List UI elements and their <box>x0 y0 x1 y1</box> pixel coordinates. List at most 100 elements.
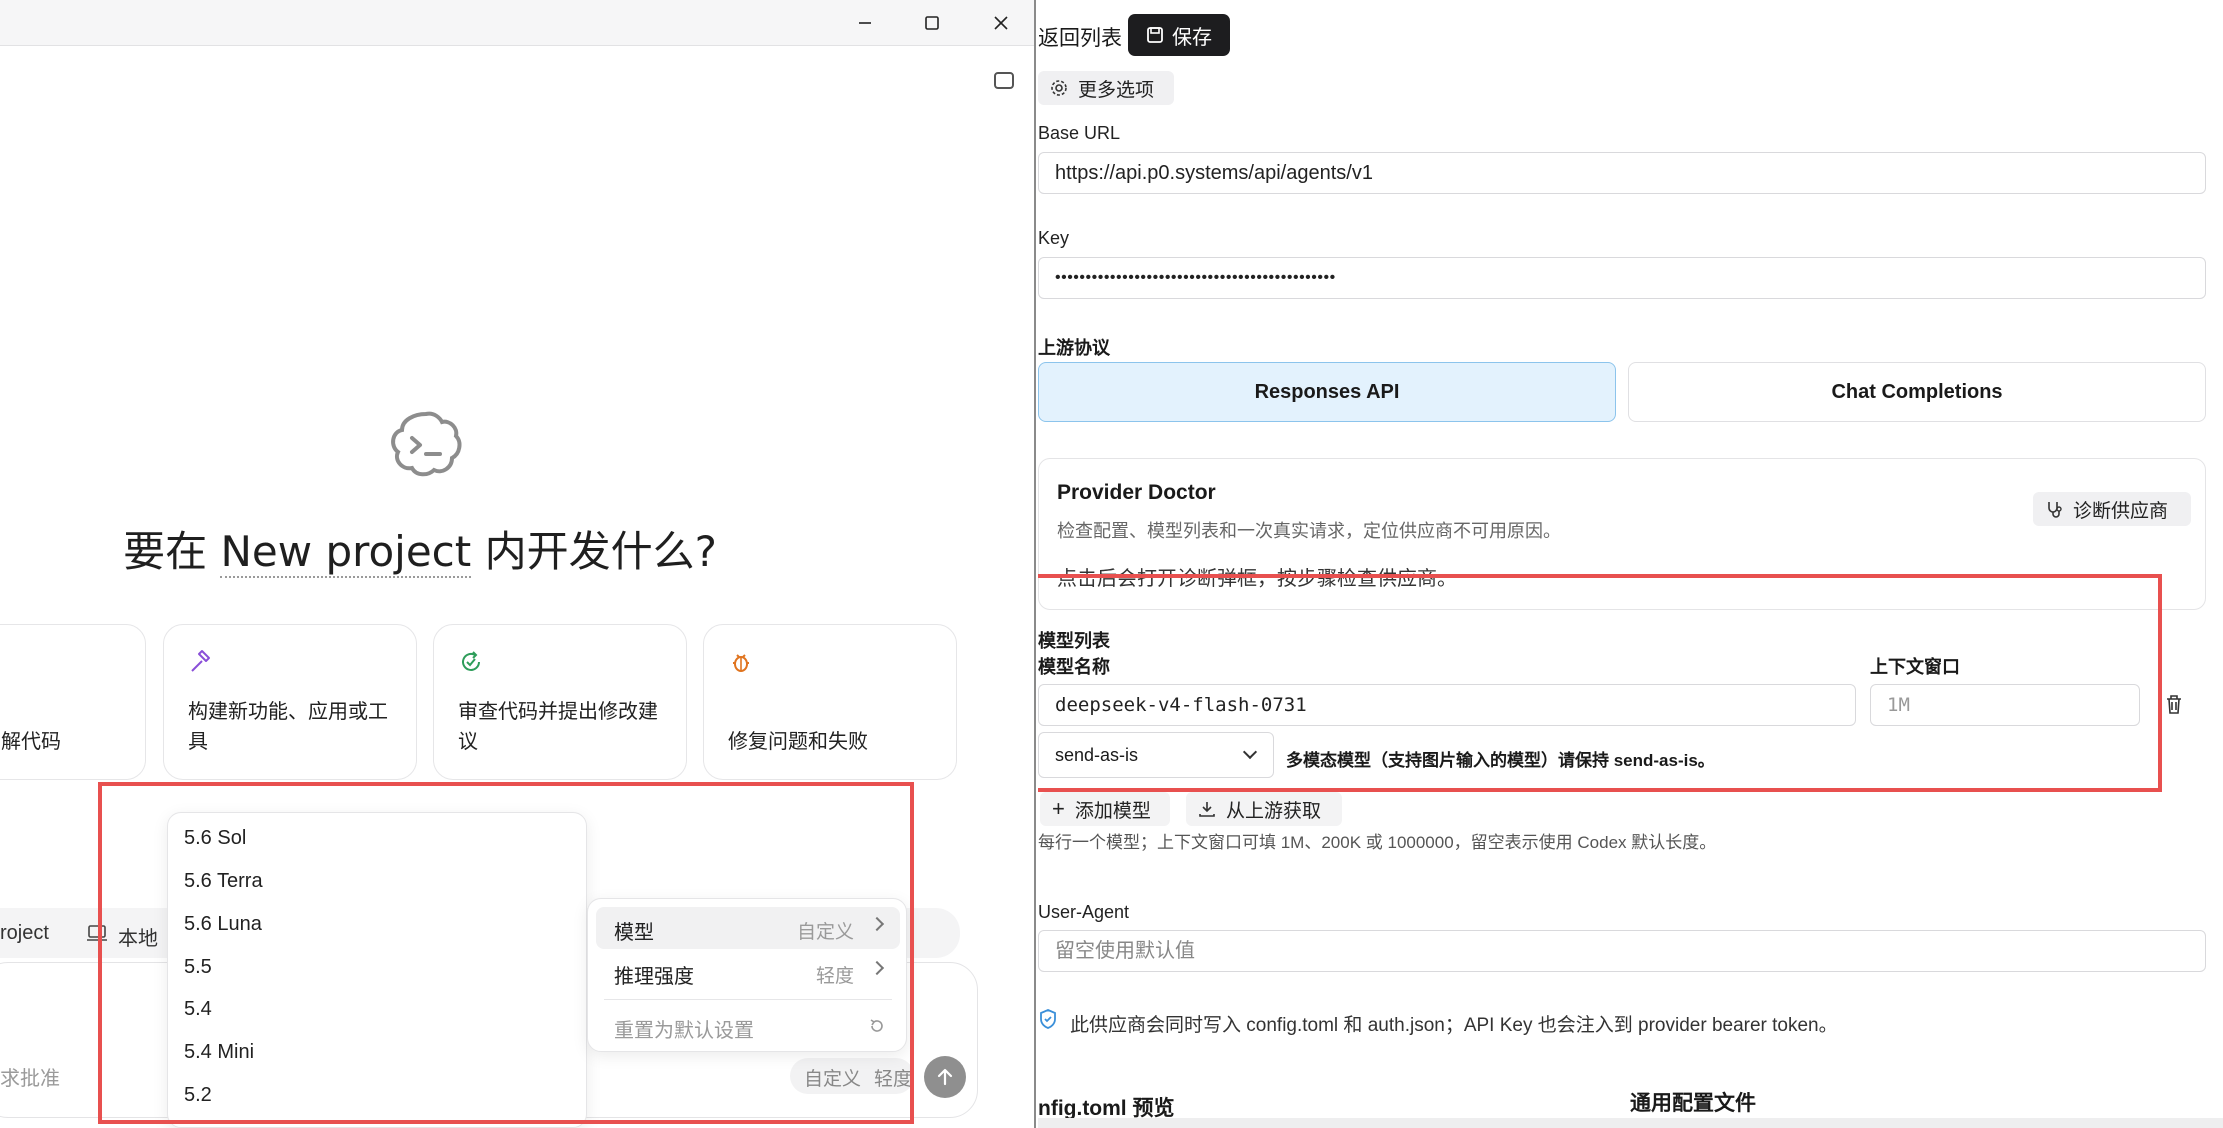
reset-icon <box>870 1019 883 1032</box>
project-name-link[interactable]: New project <box>220 527 472 578</box>
project-selector[interactable]: roject <box>0 922 49 945</box>
hammer-icon <box>191 650 210 672</box>
bug-icon <box>733 654 749 672</box>
protocol-responses-option[interactable]: Responses API <box>1038 362 1616 422</box>
codex-logo-icon <box>391 411 462 477</box>
local-env-selector[interactable]: 本地 <box>118 922 158 951</box>
plus-icon: + <box>1052 796 1065 821</box>
suggestion-card-fix[interactable]: 修复问题和失败 <box>703 624 957 780</box>
menu-item-reset[interactable]: 重置为默认设置 <box>596 1005 900 1047</box>
context-window-header: 上下文窗口 <box>1870 657 1960 677</box>
model-settings-menu: 模型 自定义 推理强度 轻度 重置为默认设置 <box>587 898 907 1052</box>
stethoscope-icon <box>2048 502 2062 518</box>
minimize-icon <box>859 22 871 24</box>
model-option[interactable]: 5.4 Mini <box>184 1041 254 1064</box>
model-name-header: 模型名称 <box>1038 657 1110 677</box>
laptop-icon <box>87 925 107 941</box>
user-agent-input[interactable]: 留空使用默认值 <box>1038 930 2206 972</box>
config-notice: 此供应商会同时写入 config.toml 和 auth.json；API Ke… <box>1070 1015 1838 1036</box>
user-agent-label: User-Agent <box>1038 902 1130 922</box>
suggestion-card-build[interactable]: 构建新功能、应用或工具 <box>163 624 417 780</box>
diagnose-provider-button[interactable]: 诊断供应商 <box>2033 492 2191 526</box>
back-to-list-link[interactable]: 返回列表 <box>1038 22 1122 52</box>
suggestion-card-review[interactable]: 审查代码并提出修改建议 <box>433 624 687 780</box>
model-option[interactable]: 5.6 Sol <box>184 827 246 850</box>
common-config-label: 通用配置文件 <box>1630 1092 1756 1115</box>
model-option[interactable]: 5.2 <box>184 1084 212 1107</box>
codex-window: 要在 New project 内开发什么? 解代码 构建新功能、应用或工具 审查… <box>0 0 1036 1128</box>
more-options-label: 更多选项 <box>1078 79 1155 101</box>
title-bar <box>0 0 1034 46</box>
doctor-description: 检查配置、模型列表和一次真实请求，定位供应商不可用原因。 <box>1057 521 1561 541</box>
diagnose-label: 诊断供应商 <box>2073 500 2169 522</box>
model-option[interactable]: 5.6 Terra <box>184 870 263 893</box>
headline-prefix: 要在 <box>123 527 208 576</box>
close-icon <box>994 16 1008 30</box>
mode-note: 多模态模型（支持图片输入的模型）请保持 send-as-is。 <box>1286 751 1715 770</box>
menu-item-label: 模型 <box>614 922 654 944</box>
menu-item-value: 轻度 <box>815 966 854 987</box>
protocol-option-label: Responses API <box>1254 380 1400 403</box>
models-help-text: 每行一个模型；上下文窗口可填 1M、200K 或 1000000，留空表示使用 … <box>1038 833 1717 852</box>
fetch-upstream-button[interactable]: 从上游获取 <box>1186 792 1342 826</box>
save-icon <box>1147 27 1163 43</box>
protocol-option-label: Chat Completions <box>1831 380 2003 403</box>
sidebar-toggle-icon[interactable] <box>994 72 1014 89</box>
chevron-down-icon <box>1242 744 1258 760</box>
more-options-button[interactable]: 更多选项 <box>1038 71 1174 105</box>
approval-mode-label[interactable]: 求批准 <box>0 1062 60 1091</box>
model-mode-select[interactable]: send-as-is <box>1038 732 1274 778</box>
minimize-button[interactable] <box>842 6 888 40</box>
save-button[interactable]: 保存 <box>1128 14 1230 56</box>
model-option[interactable]: 5.6 Luna <box>184 913 262 936</box>
maximize-button[interactable] <box>909 6 955 40</box>
provider-doctor-card: Provider Doctor 检查配置、模型列表和一次真实请求，定位供应商不可… <box>1038 458 2206 610</box>
model-option[interactable]: 5.4 <box>184 998 212 1021</box>
chip-effort: 轻度 <box>874 1069 913 1090</box>
close-button[interactable] <box>978 6 1024 40</box>
arrow-up-icon <box>937 1068 953 1086</box>
download-icon <box>1199 802 1215 817</box>
card-label: 审查代码并提出修改建议 <box>458 701 658 753</box>
model-option[interactable]: 5.5 <box>184 956 212 979</box>
key-input[interactable]: ••••••••••••••••••••••••••••••••••••••••… <box>1038 257 2206 299</box>
chevron-right-icon <box>869 916 885 932</box>
doctor-title: Provider Doctor <box>1057 481 1216 504</box>
add-model-button[interactable]: + 添加模型 <box>1040 792 1170 826</box>
menu-item-model[interactable]: 模型 自定义 <box>596 907 900 949</box>
model-name-input[interactable]: deepseek-v4-flash-0731 <box>1038 684 1856 726</box>
preview-area-edge <box>1038 1118 2223 1128</box>
headline-suffix: 内开发什么? <box>484 527 717 576</box>
add-model-label: 添加模型 <box>1074 800 1151 822</box>
protocol-label: 上游协议 <box>1038 338 1110 358</box>
chip-mode: 自定义 <box>804 1069 862 1090</box>
send-button[interactable] <box>924 1056 966 1098</box>
trash-icon[interactable] <box>2164 694 2184 716</box>
protocol-chat-option[interactable]: Chat Completions <box>1628 362 2206 422</box>
review-icon <box>462 651 480 671</box>
menu-item-effort[interactable]: 推理强度 轻度 <box>596 951 900 993</box>
context-window-input[interactable]: 1M <box>1870 684 2140 726</box>
models-section-label: 模型列表 <box>1038 631 1110 651</box>
doctor-hint: 点击后会打开诊断弹框，按步骤检查供应商。 <box>1057 568 1457 590</box>
chevron-right-icon <box>869 960 885 976</box>
base-url-label: Base URL <box>1038 123 1121 143</box>
model-effort-chip[interactable]: 自定义 轻度 <box>790 1058 914 1094</box>
suggestion-card-understand[interactable]: 解代码 <box>0 624 146 780</box>
fetch-upstream-label: 从上游获取 <box>1226 800 1322 822</box>
card-label: 构建新功能、应用或工具 <box>188 701 388 753</box>
gear-icon <box>1051 80 1067 96</box>
menu-item-label: 重置为默认设置 <box>614 1020 754 1042</box>
menu-divider <box>604 999 892 1000</box>
shield-check-icon <box>1040 1009 1056 1029</box>
menu-item-value: 自定义 <box>796 922 854 943</box>
base-url-input[interactable]: https://api.p0.systems/api/agents/v1 <box>1038 152 2206 194</box>
page-title: 要在 New project 内开发什么? <box>0 518 840 579</box>
provider-editor-panel: 返回列表 保存 更多选项 Base URL https://api.p0.sys… <box>1038 0 2223 1128</box>
save-label: 保存 <box>1172 26 1212 49</box>
model-list-popup: 5.6 Sol 5.6 Terra 5.6 Luna 5.5 5.4 5.4 M… <box>167 812 587 1128</box>
menu-item-label: 推理强度 <box>614 966 694 988</box>
card-label: 修复问题和失败 <box>728 731 868 753</box>
key-label: Key <box>1038 228 1070 248</box>
mode-select-value: send-as-is <box>1055 745 1139 765</box>
